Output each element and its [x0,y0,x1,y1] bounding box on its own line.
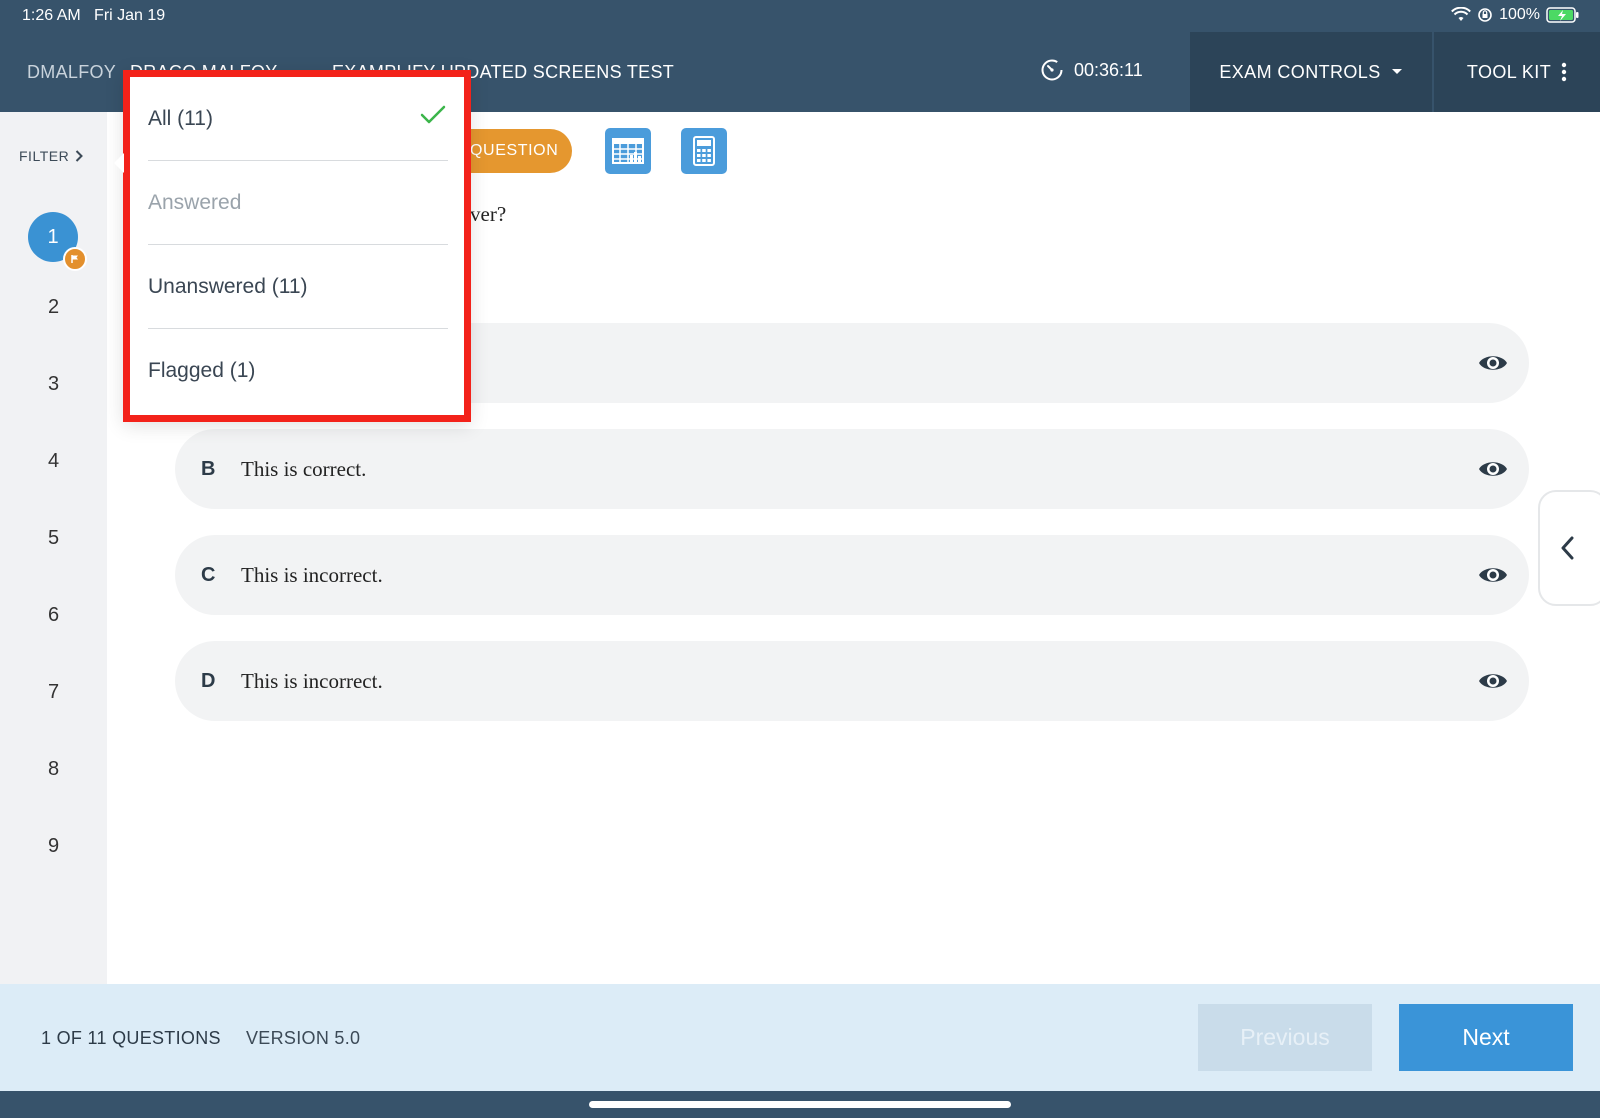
calculator-icon [693,136,715,166]
answer-letter: D [201,669,216,692]
answer-option-d[interactable]: D This is incorrect. [175,641,1529,721]
status-indicators: 100% [1451,6,1580,24]
answer-letter: B [201,457,216,480]
answer-text: This is incorrect. [241,562,383,587]
filter-label: FILTER [19,148,70,164]
checkmark-icon [420,105,446,124]
caret-down-icon [1391,69,1402,74]
question-nav-item[interactable]: 8 [0,758,107,781]
eye-icon[interactable] [1477,559,1509,591]
exam-timer[interactable]: 00:36:11 [1040,58,1143,82]
question-nav-item[interactable]: 6 [0,604,107,627]
filter-option-label: Unanswered (11) [148,274,308,298]
dropdown-caret [114,153,124,173]
toolkit-label: TOOL KIT [1466,61,1552,82]
exam-footer: 1 OF 11 QUESTIONS VERSION 5.0 Previous N… [0,984,1600,1091]
answer-option-b[interactable]: B This is correct. [175,429,1529,509]
answer-letter: C [201,563,216,586]
exam-controls-label: EXAM CONTROLS [1219,61,1381,82]
question-count: 1 OF 11 QUESTIONS [41,1028,221,1048]
flag-icon [71,255,78,263]
flag-question-label: QUESTION [470,142,559,159]
spreadsheet-icon [612,138,644,164]
question-nav-item[interactable]: 2 [0,296,107,319]
question-nav-item[interactable]: 5 [0,527,107,550]
timer-icon [1041,59,1063,81]
status-time: 1:26 AM Fri Jan 19 [22,7,166,24]
timer-value: 00:36:11 [1074,59,1143,80]
answer-option-c[interactable]: C This is incorrect. [175,535,1529,615]
question-nav-item[interactable]: 9 [0,835,107,858]
eye-icon[interactable] [1477,665,1509,697]
eye-icon[interactable] [1477,347,1509,379]
exam-controls-button[interactable]: EXAM CONTROLS [1190,32,1432,112]
filter-option-answered[interactable]: Answered [148,161,448,245]
question-nav-item[interactable]: 4 [0,450,107,473]
question-text: ver? [470,202,507,226]
filter-option-label: All (11) [148,106,213,130]
filter-toggle[interactable]: FILTER [19,148,84,164]
home-indicator-area [0,1091,1600,1118]
filter-option-label: Answered [148,190,242,214]
filter-option-all[interactable]: All (11) [148,77,448,161]
next-button[interactable]: Next [1399,1004,1573,1071]
orientation-lock-icon [1478,8,1492,22]
question-sidebar: FILTER 1 2 3 4 5 6 7 8 9 [0,112,107,984]
filter-option-unanswered[interactable]: Unanswered (11) [148,245,448,329]
spreadsheet-tool-button[interactable] [605,128,651,174]
chevron-right-icon [75,150,84,162]
toolkit-button[interactable]: TOOL KIT [1434,32,1600,112]
answer-text: This is correct. [241,456,367,481]
header-username: DMALFOY [27,62,117,82]
more-vertical-icon [1561,62,1567,82]
question-nav-item[interactable]: 7 [0,681,107,704]
side-panel-toggle[interactable] [1538,490,1600,606]
filter-option-label: Flagged (1) [148,359,256,382]
battery-charging-icon [1546,7,1579,23]
question-nav-item[interactable]: 3 [0,373,107,396]
device-status-bar: 1:26 AM Fri Jan 19 100% [0,0,1600,34]
chevron-left-icon [1561,536,1574,560]
version-label: VERSION 5.0 [246,1028,361,1048]
home-indicator[interactable] [589,1101,1011,1108]
filter-option-flagged[interactable]: Flagged (1) [148,329,448,413]
eye-icon[interactable] [1477,453,1509,485]
filter-dropdown: All (11) Answered Unanswered (11) Flagge… [114,70,471,422]
answer-text: This is incorrect. [241,668,383,693]
wifi-icon [1451,7,1471,21]
previous-button[interactable]: Previous [1198,1004,1372,1071]
flag-badge [63,247,87,271]
battery-percent: 100% [1499,6,1540,23]
calculator-tool-button[interactable] [681,128,727,174]
